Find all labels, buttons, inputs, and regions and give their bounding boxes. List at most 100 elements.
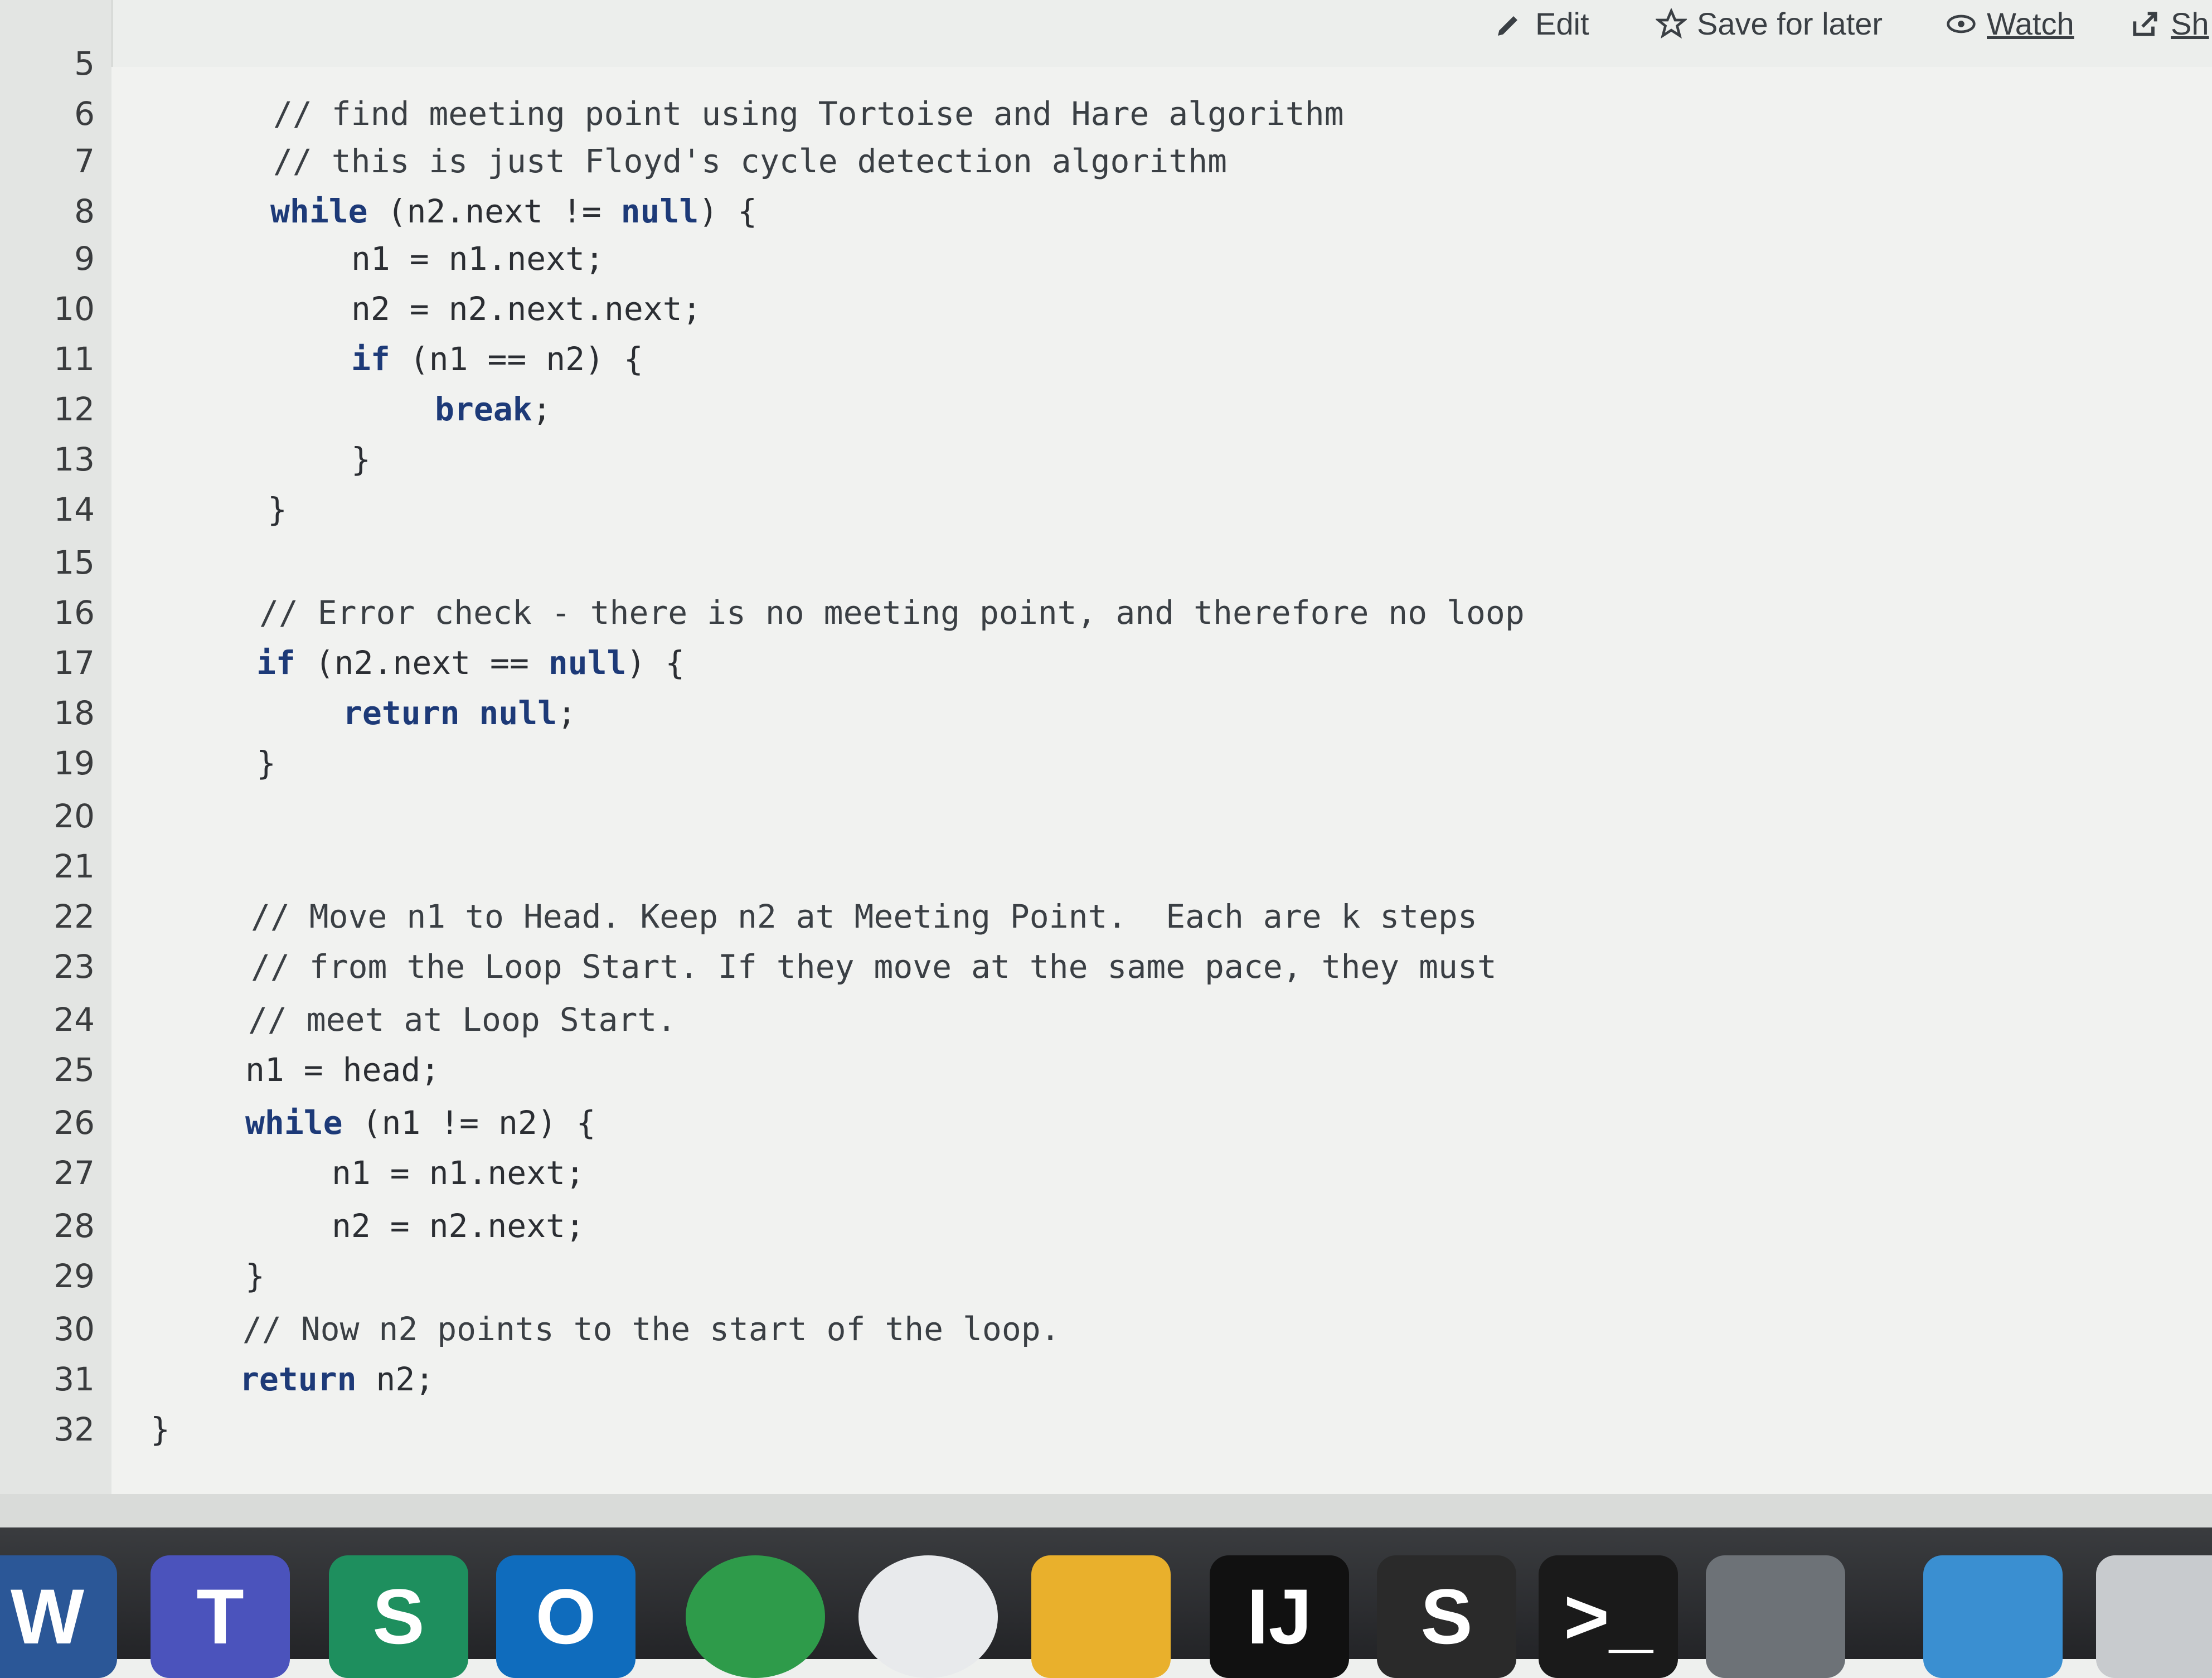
line-number: 12 [54,390,95,428]
outlook-app-icon[interactable]: O [496,1555,636,1678]
code-text: // from the Loop Start. If they move at … [251,948,1497,986]
share-button[interactable]: Sh [2129,6,2209,42]
code-line[interactable]: 17 if (n2.next == null) { [0,644,2212,695]
code-line[interactable]: 12 break; [0,390,2212,442]
edit-label: Edit [1535,6,1589,41]
code-line[interactable]: 28 n2 = n2.next; [0,1207,2212,1258]
comment-token: // Move n1 to Head. Keep n2 at Meeting P… [251,898,1477,935]
code-line[interactable]: 20 [0,797,2212,848]
code-line[interactable]: 8 while (n2.next != null) { [0,192,2212,244]
watch-button[interactable]: Watch [1946,6,2074,42]
line-number: 28 [54,1207,95,1245]
comment-token: // Error check - there is no meeting poi… [259,594,1525,632]
line-number: 13 [54,440,95,478]
code-text: n1 = head; [245,1051,440,1089]
code-line[interactable]: 11 if (n1 == n2) { [0,340,2212,391]
save-for-later-button[interactable]: Save for later [1656,6,1883,42]
line-number: 18 [54,694,95,732]
code-line[interactable]: 23 // from the Loop Start. If they move a… [0,948,2212,999]
line-number: 11 [54,340,95,378]
intellij-app-icon[interactable]: IJ [1210,1555,1349,1678]
code-line[interactable]: 15 [0,544,2212,595]
code-token: (n2.next != [367,192,621,230]
code-line[interactable]: 21 [0,847,2212,899]
code-token: } [151,1410,170,1448]
system-preferences-app-icon[interactable] [1706,1555,1845,1678]
comment-token: // this is just Floyd's cycle detection … [273,142,1228,180]
line-number: 14 [54,491,95,528]
keyword-token: null [620,192,699,230]
downloads-folder-icon[interactable] [1923,1555,2063,1678]
network-app-icon[interactable] [686,1555,825,1678]
comment-token: // from the Loop Start. If they move at … [251,948,1497,986]
comment-token: // Now n2 points to the start of the loo… [242,1310,1060,1348]
code-text: if (n2.next == null) { [256,644,685,682]
sway-app-icon[interactable]: S [329,1555,468,1678]
code-line[interactable]: 14} [0,491,2212,542]
terminal-app-icon[interactable]: >_ [1539,1555,1678,1678]
code-line[interactable]: 26 while (n1 != n2) { [0,1104,2212,1155]
line-number: 17 [54,644,95,682]
line-number: 19 [54,744,95,782]
code-line[interactable]: 24 // meet at Loop Start. [0,1001,2212,1052]
star-icon [1656,8,1687,38]
code-line[interactable]: 19} [0,744,2212,796]
code-line[interactable]: 13} [0,440,2212,492]
code-text: // this is just Floyd's cycle detection … [273,142,1227,180]
edit-button[interactable]: Edit [1494,6,1589,42]
code-text: if (n1 == n2) { [351,340,643,378]
code-line[interactable]: 10 n2 = n2.next.next; [0,290,2212,341]
teams-app-icon[interactable]: T [151,1555,290,1678]
wifi-app-icon[interactable] [858,1555,998,1678]
code-token: n1 = n1.next; [351,240,604,278]
code-line[interactable]: 9 n1 = n1.next; [0,240,2212,291]
code-text: // Move n1 to Head. Keep n2 at Meeting P… [251,898,1477,935]
code-token: (n1 != n2) { [342,1104,596,1142]
code-line[interactable]: 22 // Move n1 to Head. Keep n2 at Meeting… [0,898,2212,949]
code-line[interactable]: 31 return n2; [0,1360,2212,1412]
code-line[interactable]: 32} [0,1410,2212,1462]
code-token: (n1 == n2) { [390,340,643,378]
keyword-token: while [270,192,368,230]
code-line[interactable]: 30 // Now n2 points to the start of the l… [0,1310,2212,1361]
word-app-icon[interactable]: W [0,1555,117,1678]
code-text: } [268,491,287,528]
code-text: } [245,1257,265,1295]
code-token: n2 = n2.next.next; [351,290,702,328]
keyword-token: break [435,390,532,428]
code-text: n2 = n2.next; [332,1207,585,1245]
code-line[interactable]: 6 // find meeting point using Tortoise an… [0,95,2212,146]
code-token: ; [532,390,552,428]
line-number: 15 [54,544,95,581]
code-text: // find meeting point using Tortoise and… [273,95,1344,133]
code-line[interactable]: 25 n1 = head; [0,1051,2212,1102]
editor-bottom-edge [0,1494,2212,1527]
code-text: // Now n2 points to the start of the loo… [242,1310,1060,1348]
code-line[interactable]: 7 // this is just Floyd's cycle detection… [0,142,2212,193]
code-token: } [256,744,276,782]
line-number: 24 [54,1001,95,1039]
code-line[interactable]: 18 return null; [0,694,2212,745]
code-text: // Error check - there is no meeting poi… [259,594,1525,632]
code-token: ; [557,694,577,732]
trash-icon[interactable] [2096,1555,2212,1678]
code-line[interactable]: 5 [0,45,2212,96]
comment-token: // meet at Loop Start. [248,1001,677,1039]
keyword-token: while [245,1104,343,1142]
code-line[interactable]: 16 // Error check - there is no meeting p… [0,594,2212,645]
code-line[interactable]: 27 n1 = n1.next; [0,1154,2212,1205]
sublime-app-icon[interactable]: S [1377,1555,1516,1678]
keyword-token: return null [343,694,557,732]
code-text: while (n1 != n2) { [245,1104,596,1142]
line-number: 22 [54,898,95,935]
eye-icon [1947,14,1976,33]
launchpad-app-icon[interactable] [1031,1555,1171,1678]
line-number: 29 [54,1257,95,1295]
code-token: } [268,491,287,528]
code-line[interactable]: 29} [0,1257,2212,1308]
line-number: 6 [74,95,95,133]
line-number: 16 [54,594,95,632]
code-token: (n2.next == [295,644,549,682]
keyword-token: if [351,340,390,378]
code-text: return n2; [240,1360,434,1398]
